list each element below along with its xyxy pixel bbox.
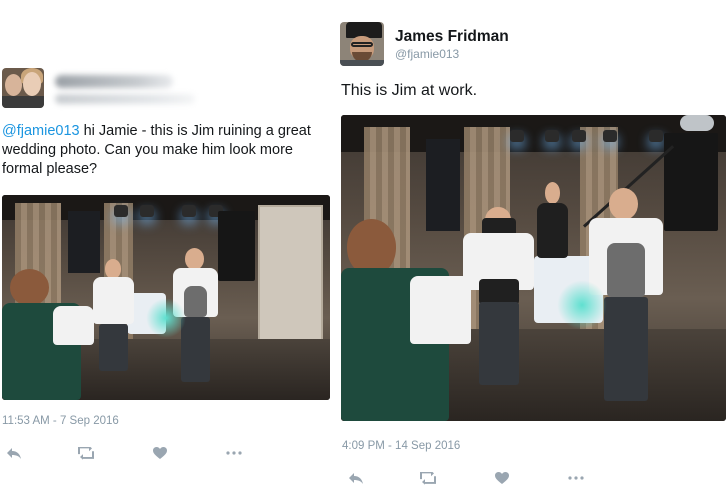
retweet-icon[interactable] — [418, 470, 438, 486]
reply-tweet: James Fridman @fjamie013 This is Jim at … — [338, 0, 728, 492]
mention-link[interactable]: @fjamie013 — [2, 123, 80, 139]
user-display-name[interactable]: James Fridman — [395, 28, 509, 46]
user-avatar[interactable] — [2, 68, 44, 108]
tweet-photo[interactable] — [2, 195, 330, 400]
like-icon[interactable] — [492, 470, 512, 486]
user-handle[interactable]: @fjamie013 — [395, 47, 459, 61]
reply-icon[interactable] — [346, 470, 366, 486]
tweet-timestamp[interactable]: 4:09 PM - 14 Sep 2016 — [342, 440, 460, 452]
more-icon[interactable] — [224, 445, 244, 461]
tweet-timestamp[interactable]: 11:53 AM - 7 Sep 2016 — [2, 415, 119, 427]
reply-icon[interactable] — [4, 445, 24, 461]
tweet-photo[interactable] — [341, 115, 726, 421]
redacted-user-handle — [55, 94, 195, 104]
tweet-text: @fjamie013 hi Jamie - this is Jim ruinin… — [2, 122, 334, 179]
tweet-actions — [4, 445, 254, 461]
user-avatar[interactable] — [340, 22, 384, 66]
original-tweet: @fjamie013 hi Jamie - this is Jim ruinin… — [0, 0, 336, 492]
redacted-user-name — [55, 75, 173, 88]
tweet-actions — [346, 470, 596, 486]
like-icon[interactable] — [150, 445, 170, 461]
more-icon[interactable] — [566, 470, 586, 486]
tweet-text: This is Jim at work. — [341, 82, 478, 99]
retweet-icon[interactable] — [76, 445, 96, 461]
